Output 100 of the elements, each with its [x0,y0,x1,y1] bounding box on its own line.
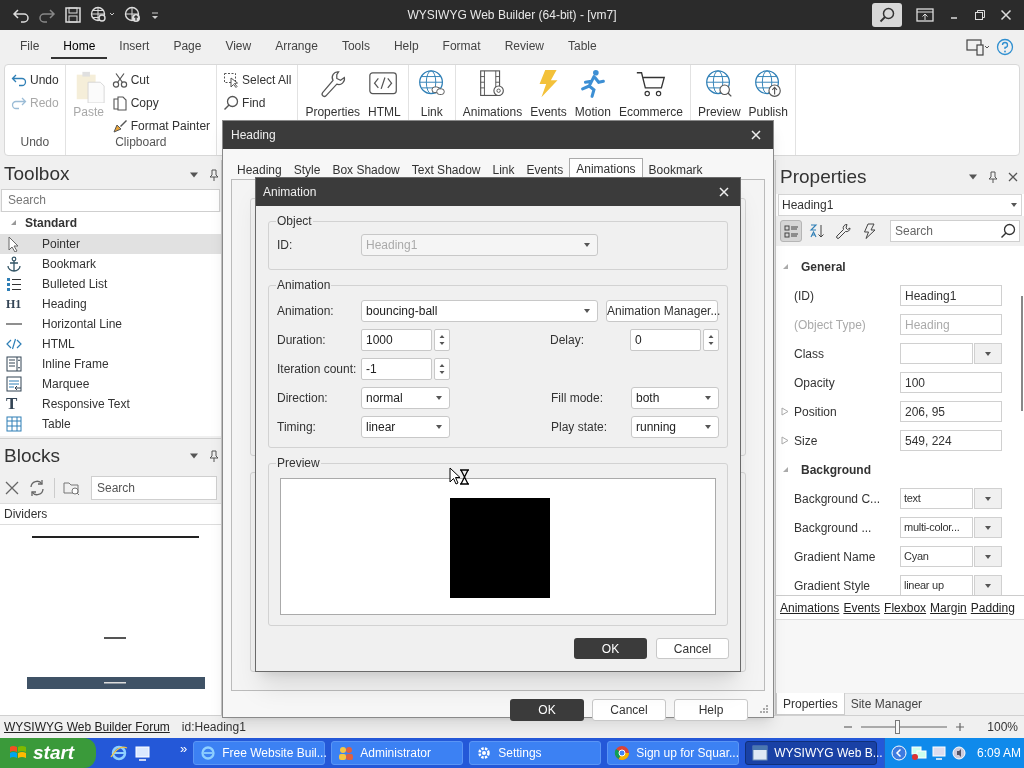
panel-tab[interactable]: Properties [776,693,845,715]
panel-tab[interactable]: Site Manager [844,693,929,715]
caret-icon[interactable] [189,170,199,179]
dialog-button[interactable]: OK [510,699,584,721]
ribbon-button[interactable]: Publish [745,69,791,129]
dropdown-field[interactable]: running [631,416,719,438]
tray-expand-icon[interactable] [891,745,907,761]
dialog-tab[interactable]: Heading [231,160,288,179]
ribbon-button[interactable]: Cut [109,69,213,91]
section-header[interactable]: General [776,252,1024,281]
toolbox-item[interactable]: T Responsive Text [0,393,221,414]
dropdown-button[interactable] [974,575,1002,595]
ribbon-button[interactable]: Animations [459,69,526,129]
undo-icon[interactable] [12,6,30,24]
ribbon-button[interactable]: Link [412,69,451,129]
globe-upload-icon[interactable] [124,6,142,24]
dialog-tab[interactable]: Style [287,160,327,179]
search-field[interactable]: Search [91,476,217,500]
dialog-button[interactable]: Help [674,699,748,721]
property-link[interactable]: Animations [780,598,840,617]
search-field[interactable]: Search [1,189,220,212]
dialog-tab[interactable]: Text Shadow [405,160,487,179]
property-field[interactable]: Heading1 [900,285,1002,306]
object-dropdown[interactable]: Heading1 [778,194,1022,216]
redo-icon[interactable] [38,6,56,24]
property-link[interactable]: Margin [930,598,967,617]
dropdown-field[interactable]: both [631,387,719,409]
taskbar-item[interactable]: Sign up for Squar... [607,741,740,765]
menu-tab[interactable]: Table [556,35,609,59]
start-button[interactable]: start [0,738,96,768]
dialog-tab[interactable]: Events [520,160,570,179]
dialog-tab[interactable]: Animations [569,158,643,179]
ribbon-button[interactable]: Properties [302,69,364,129]
animation-manager-button[interactable]: Animation Manager... [606,300,718,322]
dialog-button[interactable]: OK [574,638,647,659]
caret-icon[interactable] [968,173,978,181]
scrollbar-thumb[interactable] [1021,296,1023,411]
globe-search-icon[interactable] [90,6,116,24]
ribbon-button[interactable]: HTML [365,69,404,129]
help-icon[interactable] [996,38,1014,56]
menu-tab[interactable]: Help [381,35,431,59]
monitor-icon[interactable] [931,745,947,761]
number-field[interactable]: 0 [630,329,701,351]
speaker-icon[interactable] [951,745,967,761]
restore-icon[interactable] [974,9,986,21]
dialog-button[interactable]: Cancel [656,638,729,659]
dialog-tab[interactable]: Box Shadow [326,160,406,179]
category-header[interactable]: Standard [0,211,221,234]
spinner-button[interactable] [434,358,450,380]
number-field[interactable]: -1 [361,358,432,380]
overflow-chevron[interactable]: » [180,739,188,759]
property-field[interactable]: 549, 224 [900,430,1002,451]
close-icon[interactable] [1008,172,1018,182]
property-link[interactable]: Padding [970,598,1015,617]
network-icon[interactable] [911,745,927,761]
folder-search-icon[interactable] [63,480,81,496]
pin-icon[interactable] [209,168,219,181]
dropdown-field[interactable]: bouncing-ball [361,300,598,322]
property-field[interactable]: 206, 95 [900,401,1002,422]
close-icon[interactable] [4,480,20,496]
ribbon-button[interactable]: Format Painter [109,115,213,137]
menu-tab[interactable]: Review [492,35,556,59]
search-field[interactable]: Search [890,220,1020,242]
ribbon-button[interactable]: Copy [109,92,213,114]
toolbox-item[interactable]: Inline Frame [0,353,221,374]
zoom-slider[interactable] [861,720,948,734]
pin-icon[interactable] [988,171,998,183]
search-button[interactable] [872,3,902,27]
ribbon-button[interactable]: Preview [694,69,744,129]
dropdown-field[interactable]: linear [361,416,450,438]
toolbox-item[interactable]: Bulleted List [0,273,221,294]
property-field[interactable]: 100 [900,372,1002,393]
menu-tab[interactable]: Format [430,35,493,59]
dialog-button[interactable]: Cancel [592,699,666,721]
taskbar-item[interactable]: Settings [469,741,602,765]
menu-tab[interactable]: Page [161,35,214,59]
toolbox-item[interactable]: Bookmark [0,253,221,274]
ribbon-button[interactable]: Find [221,92,294,114]
taskbar-item[interactable]: Administrator [331,741,464,765]
property-field[interactable]: multi-color... [900,517,973,538]
number-field[interactable]: 1000 [361,329,432,351]
toolbox-item[interactable]: Pointer [0,233,221,254]
property-link[interactable]: Flexbox [884,598,927,617]
desktop-icon[interactable] [134,744,152,762]
devices-icon[interactable] [966,38,990,56]
property-field[interactable]: text [900,488,973,509]
ribbon-button[interactable]: Select All [221,69,294,91]
dropdown-field[interactable]: normal [361,387,450,409]
save-icon[interactable] [64,6,82,24]
toolbox-item[interactable]: H1 Heading [0,293,221,314]
property-link[interactable]: Events [843,598,881,617]
dialog-tab[interactable]: Bookmark [642,160,709,179]
refresh-icon[interactable] [28,479,46,497]
menu-tab[interactable]: View [213,35,264,59]
ribbon-button[interactable]: Ecommerce [615,69,686,129]
property-field[interactable]: linear up [900,575,973,595]
pin-window-icon[interactable] [916,8,934,22]
ribbon-button[interactable]: Events [527,69,570,129]
zoom-in-icon[interactable] [955,722,966,732]
caret-icon[interactable] [189,452,199,460]
